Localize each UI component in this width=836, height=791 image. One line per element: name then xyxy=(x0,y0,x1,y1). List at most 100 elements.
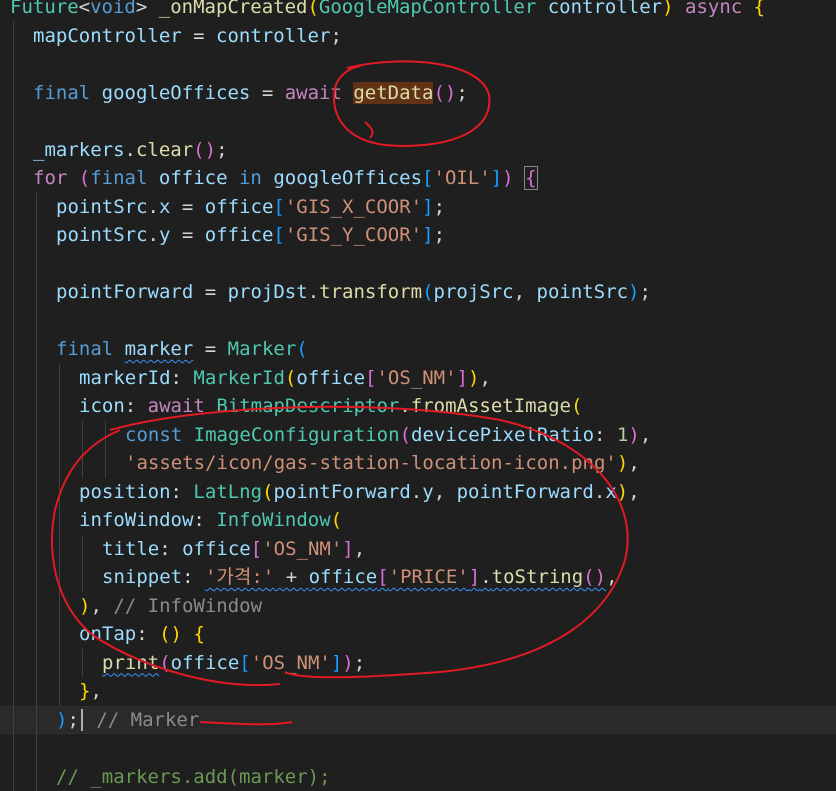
code-line[interactable]: final googleOffices = await getData(); xyxy=(0,79,836,108)
code-line[interactable]: icon: await BitmapDescriptor.fromAssetIm… xyxy=(0,392,836,421)
code-line[interactable]: onTap: () { xyxy=(0,620,836,649)
indent-guide xyxy=(36,221,37,250)
code-token: ; xyxy=(354,652,365,674)
code-token: // Marker xyxy=(96,709,199,731)
code-token: , xyxy=(628,481,639,503)
indent-guide xyxy=(13,592,14,621)
indent-guide xyxy=(36,677,37,706)
code-token: [ xyxy=(239,652,250,674)
code-token: pointSrc xyxy=(537,281,629,303)
code-token: ) xyxy=(662,0,673,18)
code-token: '가격:' xyxy=(205,566,274,588)
code-line[interactable]: pointForward = projDst.transform(projSrc… xyxy=(0,278,836,307)
code-token: icon xyxy=(79,395,125,417)
indent-guide xyxy=(13,392,14,421)
code-token: < xyxy=(79,0,90,18)
code-text: icon: await BitmapDescriptor.fromAssetIm… xyxy=(79,392,582,421)
code-line[interactable]: // _markers.add(marker); xyxy=(0,763,836,791)
code-line[interactable]: _markers.clear(); xyxy=(0,136,836,165)
code-token: [ xyxy=(365,367,376,389)
code-token: } xyxy=(79,680,90,702)
code-token: , xyxy=(354,538,365,560)
code-token xyxy=(342,82,353,104)
code-line[interactable]: mapController = controller; xyxy=(0,22,836,51)
code-line[interactable]: Future<void> _onMapCreated(GoogleMapCont… xyxy=(0,0,836,22)
code-token: office xyxy=(159,167,228,189)
indent-guide xyxy=(13,677,14,706)
code-token: [ xyxy=(251,538,262,560)
indent-guide xyxy=(13,50,14,79)
code-line[interactable]: print(office['OS_NM']); xyxy=(0,649,836,678)
code-token: [ xyxy=(377,566,388,588)
indent-guide xyxy=(36,706,37,735)
code-token: x xyxy=(159,196,170,218)
code-token: _markers xyxy=(33,139,125,161)
code-line[interactable]: pointSrc.x = office['GIS_X_COOR']; xyxy=(0,193,836,222)
code-text: pointSrc.y = office['GIS_Y_COOR']; xyxy=(56,221,445,250)
code-text: 'assets/icon/gas-station-location-icon.p… xyxy=(125,449,640,478)
code-token: final xyxy=(33,82,90,104)
code-line[interactable] xyxy=(0,307,836,336)
indent-guide xyxy=(59,677,60,706)
indent-guide xyxy=(36,421,37,450)
code-editor[interactable]: Future<void> _onMapCreated(GoogleMapCont… xyxy=(0,0,836,773)
code-line[interactable] xyxy=(0,107,836,136)
indent-guide xyxy=(13,22,14,51)
code-line[interactable] xyxy=(0,50,836,79)
indent-guide xyxy=(13,193,14,222)
code-token: y xyxy=(159,224,170,246)
code-line[interactable]: for (final office in googleOffices['OIL'… xyxy=(0,164,836,193)
indent-guide xyxy=(59,592,60,621)
indent-guide xyxy=(36,649,37,678)
code-token: for xyxy=(33,167,67,189)
code-token xyxy=(182,424,193,446)
code-line[interactable]: title: office['OS_NM'], xyxy=(0,535,836,564)
code-token: ( xyxy=(331,509,342,531)
code-token xyxy=(67,167,78,189)
code-line[interactable]: markerId: MarkerId(office['OS_NM']), xyxy=(0,364,836,393)
code-line[interactable] xyxy=(0,734,836,763)
code-token: : xyxy=(171,367,194,389)
code-token: ; xyxy=(434,196,445,218)
indent-guide xyxy=(13,706,14,735)
code-token xyxy=(742,0,753,18)
indent-guide xyxy=(13,763,14,791)
code-line[interactable] xyxy=(0,250,836,279)
code-text: pointForward = projDst.transform(projSrc… xyxy=(56,278,651,307)
code-line[interactable]: const ImageConfiguration(devicePixelRati… xyxy=(0,421,836,450)
code-text: position: LatLng(pointForward.y, pointFo… xyxy=(79,478,640,507)
code-token: Marker xyxy=(228,338,297,360)
code-token: : xyxy=(125,395,148,417)
code-token: pointForward xyxy=(274,481,411,503)
code-text: title: office['OS_NM'], xyxy=(102,535,365,564)
code-token: office xyxy=(205,224,274,246)
code-token: devicePixelRatio xyxy=(411,424,594,446)
code-token: , xyxy=(606,566,617,588)
code-line[interactable]: snippet: '가격:' + office['PRICE'].toStrin… xyxy=(0,563,836,592)
code-line[interactable]: ), // InfoWindow xyxy=(0,592,836,621)
code-token xyxy=(514,167,525,189)
indent-guide xyxy=(13,620,14,649)
code-token: transform xyxy=(319,281,422,303)
code-line[interactable]: pointSrc.y = office['GIS_Y_COOR']; xyxy=(0,221,836,250)
code-token: { xyxy=(193,623,204,645)
code-line[interactable]: position: LatLng(pointForward.y, pointFo… xyxy=(0,478,836,507)
code-token: ; xyxy=(434,224,445,246)
code-token: ; xyxy=(330,25,341,47)
code-token: ImageConfiguration xyxy=(194,424,400,446)
code-line[interactable]: }, xyxy=(0,677,836,706)
indent-guide xyxy=(13,364,14,393)
code-token: ] xyxy=(469,566,480,588)
code-line[interactable]: 'assets/icon/gas-station-location-icon.p… xyxy=(0,449,836,478)
code-token: , xyxy=(90,680,101,702)
code-token: // InfoWindow xyxy=(113,595,262,617)
code-text: for (final office in googleOffices['OIL'… xyxy=(33,164,537,193)
code-token: title xyxy=(102,538,159,560)
code-token: ( xyxy=(307,0,318,18)
code-token: getData xyxy=(353,82,433,104)
code-line[interactable]: final marker = Marker( xyxy=(0,335,836,364)
code-line[interactable]: infoWindow: InfoWindow( xyxy=(0,506,836,535)
code-line[interactable]: ); // Marker xyxy=(0,706,836,735)
code-text: onTap: () { xyxy=(79,620,205,649)
code-token: : xyxy=(171,481,194,503)
